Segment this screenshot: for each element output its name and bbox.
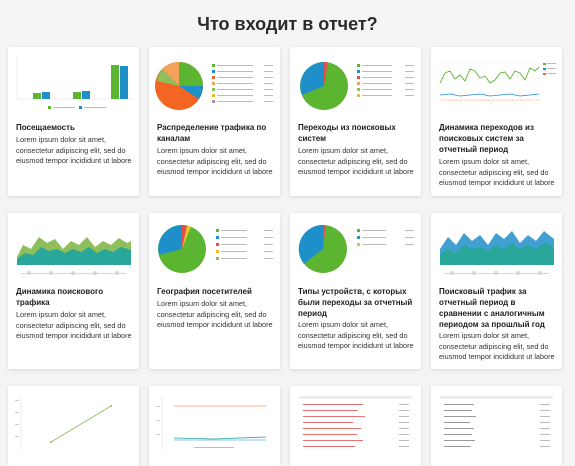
card-description: Lorem ipsum dolor sit amet, consectetur … <box>157 146 273 176</box>
report-card-row3-table-a[interactable] <box>290 386 421 466</box>
line-chart-thumbnail <box>15 396 112 450</box>
area-chart-thumbnail <box>440 231 554 275</box>
report-card-search-referrals[interactable]: Переходы из поисковых систем Lorem ipsum… <box>290 47 421 196</box>
report-card-channels[interactable]: Распределение трафика по каналам Lorem i… <box>149 47 280 196</box>
card-description: Lorem ipsum dolor sit amet, consectetur … <box>439 331 555 361</box>
card-description: Lorem ipsum dolor sit amet, consectetur … <box>298 320 414 350</box>
card-description: Lorem ipsum dolor sit amet, consectetur … <box>157 299 273 329</box>
report-card-row3-table-b[interactable] <box>431 386 562 466</box>
area-chart-thumbnail <box>17 237 131 275</box>
card-title: Посещаемость <box>16 123 75 132</box>
report-card-row3-multiline[interactable] <box>149 386 280 466</box>
card-description: Lorem ipsum dolor sit amet, consectetur … <box>298 146 414 176</box>
report-card-yoy-comparison[interactable]: Поисковый трафик за отчетный период в ср… <box>431 213 562 369</box>
table-thumbnail <box>299 396 412 447</box>
report-card-row3-line[interactable] <box>8 386 139 466</box>
pie-chart-thumbnail <box>158 224 273 273</box>
report-card-devices[interactable]: Типы устройств, с которых были переходы … <box>290 213 421 369</box>
pie-chart-thumbnail <box>300 61 414 110</box>
line-chart-thumbnail <box>156 396 267 450</box>
pie-chart-thumbnail <box>155 61 273 110</box>
card-title: Типы устройств, с которых были переходы … <box>298 287 413 318</box>
bar-chart-thumbnail <box>16 55 133 109</box>
card-title: Динамика переходов из поисковых систем з… <box>439 123 534 154</box>
report-card-traffic[interactable]: Посещаемость Lorem ipsum dolor sit amet,… <box>8 47 139 196</box>
report-card-geography[interactable]: География посетителей Lorem ipsum dolor … <box>149 213 280 369</box>
report-card-search-traffic-dynamics[interactable]: Динамика поискового трафика Lorem ipsum … <box>8 213 139 369</box>
table-thumbnail <box>440 396 553 447</box>
card-description: Lorem ipsum dolor sit amet, consectetur … <box>16 310 132 340</box>
card-title: Динамика поискового трафика <box>16 287 104 307</box>
card-title: Распределение трафика по каналам <box>157 123 267 143</box>
page-title: Что входит в отчет? <box>197 14 378 34</box>
card-title: Поисковый трафик за отчетный период в ср… <box>439 287 545 329</box>
card-title: География посетителей <box>157 287 252 296</box>
pie-chart-thumbnail <box>298 224 414 273</box>
card-description: Lorem ipsum dolor sit amet, consectetur … <box>439 157 555 187</box>
card-description: Lorem ipsum dolor sit amet, consectetur … <box>16 135 132 165</box>
card-title: Переходы из поисковых систем <box>298 123 396 143</box>
line-chart-thumbnail <box>438 62 556 101</box>
report-card-search-dynamics[interactable]: Динамика переходов из поисковых систем з… <box>431 47 562 196</box>
